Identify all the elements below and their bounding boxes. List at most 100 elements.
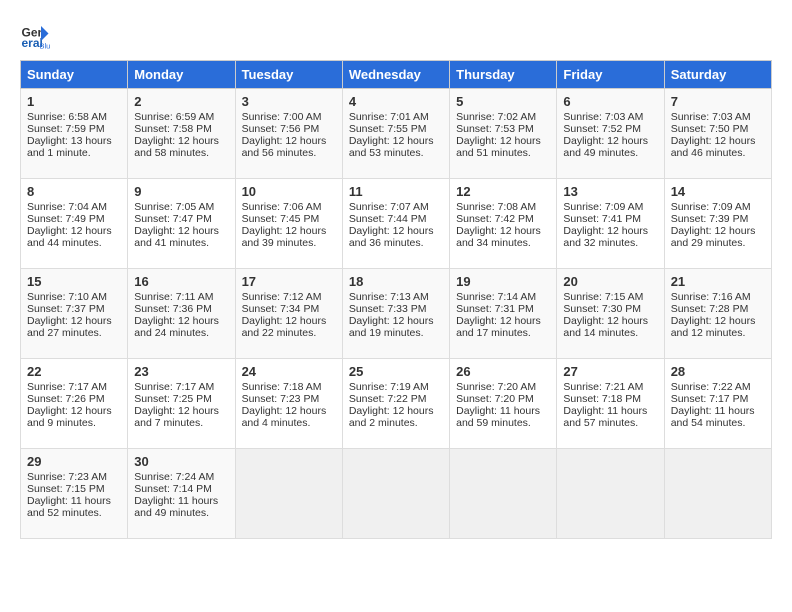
table-row: 4 Sunrise: 7:01 AM Sunset: 7:55 PM Dayli… [342,89,449,179]
table-row: 20 Sunrise: 7:15 AM Sunset: 7:30 PM Dayl… [557,269,664,359]
table-row: 1 Sunrise: 6:58 AM Sunset: 7:59 PM Dayli… [21,89,128,179]
daylight-label: Daylight: 12 hours and 39 minutes. [242,225,327,249]
sunrise-label: Sunrise: 7:20 AM [456,381,536,393]
table-row: 18 Sunrise: 7:13 AM Sunset: 7:33 PM Dayl… [342,269,449,359]
sunrise-label: Sunrise: 7:09 AM [671,201,751,213]
table-row: 26 Sunrise: 7:20 AM Sunset: 7:20 PM Dayl… [450,359,557,449]
sunset-label: Sunset: 7:14 PM [134,483,212,495]
table-row [664,449,771,539]
sunrise-label: Sunrise: 7:10 AM [27,291,107,303]
sunrise-label: Sunrise: 7:03 AM [563,111,643,123]
day-number: 3 [242,94,336,109]
day-number: 8 [27,184,121,199]
day-number: 26 [456,364,550,379]
col-header-monday: Monday [128,61,235,89]
daylight-label: Daylight: 12 hours and 46 minutes. [671,135,756,159]
col-header-sunday: Sunday [21,61,128,89]
day-number: 18 [349,274,443,289]
table-row: 6 Sunrise: 7:03 AM Sunset: 7:52 PM Dayli… [557,89,664,179]
daylight-label: Daylight: 13 hours and 1 minute. [27,135,112,159]
day-number: 11 [349,184,443,199]
sunrise-label: Sunrise: 7:13 AM [349,291,429,303]
day-number: 14 [671,184,765,199]
col-header-tuesday: Tuesday [235,61,342,89]
sunrise-label: Sunrise: 7:14 AM [456,291,536,303]
sunset-label: Sunset: 7:36 PM [134,303,212,315]
day-number: 15 [27,274,121,289]
table-row: 17 Sunrise: 7:12 AM Sunset: 7:34 PM Dayl… [235,269,342,359]
daylight-label: Daylight: 12 hours and 24 minutes. [134,315,219,339]
daylight-label: Daylight: 12 hours and 44 minutes. [27,225,112,249]
sunrise-label: Sunrise: 7:17 AM [27,381,107,393]
sunset-label: Sunset: 7:39 PM [671,213,749,225]
sunrise-label: Sunrise: 7:03 AM [671,111,751,123]
table-row: 12 Sunrise: 7:08 AM Sunset: 7:42 PM Dayl… [450,179,557,269]
sunset-label: Sunset: 7:58 PM [134,123,212,135]
sunrise-label: Sunrise: 7:06 AM [242,201,322,213]
day-number: 17 [242,274,336,289]
sunrise-label: Sunrise: 7:23 AM [27,471,107,483]
sunset-label: Sunset: 7:34 PM [242,303,320,315]
sunrise-label: Sunrise: 7:24 AM [134,471,214,483]
daylight-label: Daylight: 12 hours and 14 minutes. [563,315,648,339]
sunset-label: Sunset: 7:55 PM [349,123,427,135]
table-row: 8 Sunrise: 7:04 AM Sunset: 7:49 PM Dayli… [21,179,128,269]
day-number: 5 [456,94,550,109]
calendar-header: SundayMondayTuesdayWednesdayThursdayFrid… [21,61,772,89]
sunset-label: Sunset: 7:56 PM [242,123,320,135]
daylight-label: Daylight: 12 hours and 9 minutes. [27,405,112,429]
table-row: 2 Sunrise: 6:59 AM Sunset: 7:58 PM Dayli… [128,89,235,179]
table-row: 5 Sunrise: 7:02 AM Sunset: 7:53 PM Dayli… [450,89,557,179]
sunrise-label: Sunrise: 7:09 AM [563,201,643,213]
table-row [557,449,664,539]
sunrise-label: Sunrise: 7:18 AM [242,381,322,393]
table-row: 22 Sunrise: 7:17 AM Sunset: 7:26 PM Dayl… [21,359,128,449]
day-number: 10 [242,184,336,199]
sunrise-label: Sunrise: 7:05 AM [134,201,214,213]
table-row: 13 Sunrise: 7:09 AM Sunset: 7:41 PM Dayl… [557,179,664,269]
sunset-label: Sunset: 7:45 PM [242,213,320,225]
sunset-label: Sunset: 7:33 PM [349,303,427,315]
sunset-label: Sunset: 7:20 PM [456,393,534,405]
daylight-label: Daylight: 12 hours and 12 minutes. [671,315,756,339]
day-number: 13 [563,184,657,199]
daylight-label: Daylight: 11 hours and 49 minutes. [134,495,218,519]
sunrise-label: Sunrise: 7:11 AM [134,291,213,303]
sunset-label: Sunset: 7:26 PM [27,393,105,405]
table-row: 25 Sunrise: 7:19 AM Sunset: 7:22 PM Dayl… [342,359,449,449]
day-number: 6 [563,94,657,109]
sunset-label: Sunset: 7:53 PM [456,123,534,135]
day-number: 28 [671,364,765,379]
daylight-label: Daylight: 12 hours and 53 minutes. [349,135,434,159]
day-number: 30 [134,454,228,469]
day-number: 16 [134,274,228,289]
table-row: 9 Sunrise: 7:05 AM Sunset: 7:47 PM Dayli… [128,179,235,269]
daylight-label: Daylight: 12 hours and 19 minutes. [349,315,434,339]
daylight-label: Daylight: 11 hours and 52 minutes. [27,495,111,519]
sunset-label: Sunset: 7:47 PM [134,213,212,225]
svg-text:Blue: Blue [40,42,51,51]
table-row: 3 Sunrise: 7:00 AM Sunset: 7:56 PM Dayli… [235,89,342,179]
daylight-label: Daylight: 12 hours and 7 minutes. [134,405,219,429]
day-number: 4 [349,94,443,109]
table-row: 27 Sunrise: 7:21 AM Sunset: 7:18 PM Dayl… [557,359,664,449]
day-number: 9 [134,184,228,199]
sunset-label: Sunset: 7:37 PM [27,303,105,315]
day-number: 1 [27,94,121,109]
table-row: 11 Sunrise: 7:07 AM Sunset: 7:44 PM Dayl… [342,179,449,269]
sunset-label: Sunset: 7:30 PM [563,303,641,315]
table-row: 7 Sunrise: 7:03 AM Sunset: 7:50 PM Dayli… [664,89,771,179]
daylight-label: Daylight: 11 hours and 54 minutes. [671,405,755,429]
table-row: 16 Sunrise: 7:11 AM Sunset: 7:36 PM Dayl… [128,269,235,359]
sunset-label: Sunset: 7:23 PM [242,393,320,405]
table-row: 23 Sunrise: 7:17 AM Sunset: 7:25 PM Dayl… [128,359,235,449]
sunrise-label: Sunrise: 7:17 AM [134,381,214,393]
daylight-label: Daylight: 12 hours and 49 minutes. [563,135,648,159]
table-row: 24 Sunrise: 7:18 AM Sunset: 7:23 PM Dayl… [235,359,342,449]
sunset-label: Sunset: 7:18 PM [563,393,641,405]
sunrise-label: Sunrise: 7:08 AM [456,201,536,213]
col-header-thursday: Thursday [450,61,557,89]
day-number: 12 [456,184,550,199]
sunset-label: Sunset: 7:41 PM [563,213,641,225]
sunset-label: Sunset: 7:49 PM [27,213,105,225]
